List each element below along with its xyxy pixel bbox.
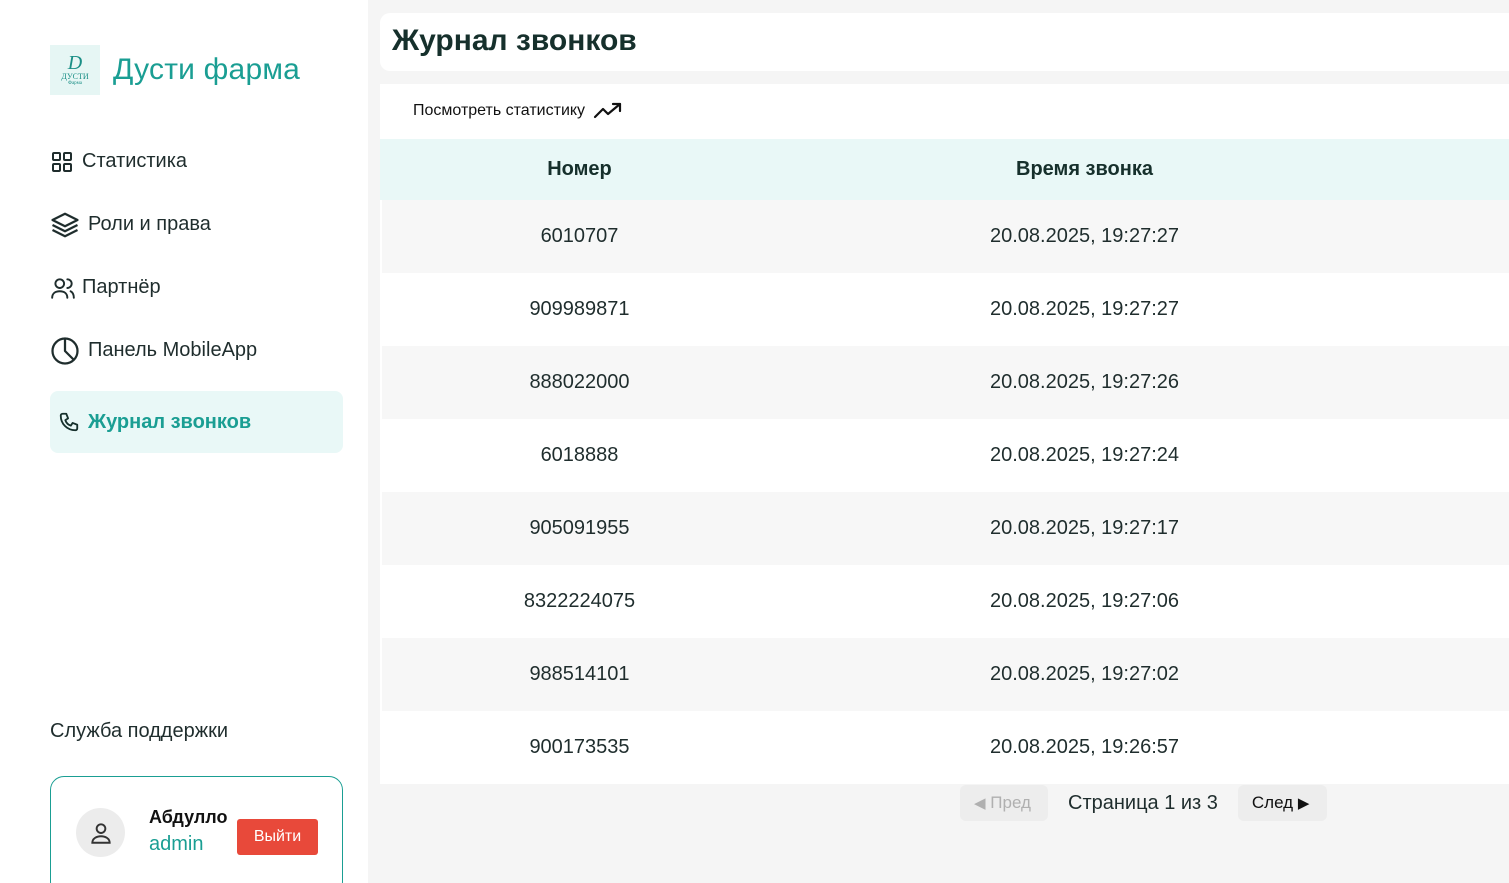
- main-content: Журнал звонков Посмотреть статистику Ном…: [368, 0, 1509, 883]
- cell-call-time: 20.08.2025, 19:27:06: [989, 590, 1180, 612]
- table-row[interactable]: 888022000 20.08.2025, 19:27:26: [382, 346, 1509, 419]
- call-log-card: Посмотреть статистику Номер Время звонка…: [380, 84, 1509, 784]
- sidebar-item-label: Партнёр: [82, 276, 161, 298]
- users-icon: [50, 275, 80, 301]
- trending-up-icon: [593, 102, 622, 119]
- user-role: admin: [149, 833, 204, 855]
- sidebar-item-label: Панель MobileApp: [88, 339, 258, 361]
- logo-line2: Фарма: [68, 80, 82, 86]
- view-stats-link[interactable]: Посмотреть статистику: [413, 101, 623, 121]
- logo-mark: D ДУСТИ Фарма: [50, 45, 100, 95]
- cell-call-time: 20.08.2025, 19:27:02: [989, 663, 1180, 685]
- grid-icon: [50, 150, 80, 174]
- table-row[interactable]: 6018888 20.08.2025, 19:27:24: [382, 419, 1509, 492]
- phone-icon: [58, 411, 86, 433]
- table-row[interactable]: 988514101 20.08.2025, 19:27:02: [382, 638, 1509, 711]
- table-header: Номер Время звонка: [380, 139, 1509, 200]
- view-stats-label: Посмотреть статистику: [413, 102, 586, 119]
- prev-page-button[interactable]: ◀ Пред: [960, 785, 1048, 821]
- sidebar-item-mobileapp[interactable]: Панель MobileApp: [50, 319, 343, 382]
- sidebar-item-label: Статистика: [82, 150, 188, 172]
- support-link[interactable]: Служба поддержки: [50, 720, 228, 743]
- next-page-button[interactable]: След ▶: [1237, 785, 1327, 821]
- user-icon: [90, 822, 111, 844]
- cell-number: 900173535: [529, 736, 630, 758]
- user-card: Абдулло admin Выйти: [50, 776, 343, 883]
- cell-number: 8322224075: [523, 590, 636, 612]
- logo-letter: D: [67, 51, 83, 74]
- cell-number: 909989871: [529, 298, 630, 320]
- cell-number: 988514101: [529, 663, 630, 685]
- page-info: Страница 1 из 3: [1068, 791, 1218, 814]
- brand-logo[interactable]: D ДУСТИ Фарма Дусти фарма: [50, 45, 300, 95]
- table-row[interactable]: 8322224075 20.08.2025, 19:27:06: [382, 565, 1509, 638]
- next-page-label: След: [1251, 793, 1294, 812]
- table-row[interactable]: 900173535 20.08.2025, 19:26:57: [382, 711, 1509, 784]
- table-row[interactable]: 909989871 20.08.2025, 19:27:27: [382, 273, 1509, 346]
- cell-call-time: 20.08.2025, 19:27:27: [989, 225, 1180, 247]
- cell-call-time: 20.08.2025, 19:27:27: [989, 298, 1180, 320]
- cell-number: 905091955: [529, 517, 630, 539]
- logo-line1: ДУСТИ: [61, 71, 89, 81]
- pie-chart-icon: [50, 336, 86, 366]
- cell-call-time: 20.08.2025, 19:27:24: [989, 444, 1180, 466]
- title-bar: Журнал звонков: [380, 13, 1509, 71]
- cell-number: 6010707: [540, 225, 619, 247]
- triangle-left-icon: ◀: [974, 795, 986, 812]
- cell-call-time: 20.08.2025, 19:27:26: [989, 371, 1180, 393]
- sidebar: D ДУСТИ Фарма Дусти фарма Статистика Рол…: [0, 0, 368, 883]
- sidebar-item-partner[interactable]: Партнёр: [50, 256, 343, 319]
- column-header-call-time[interactable]: Время звонка: [777, 139, 1392, 200]
- prev-page-label: Пред: [990, 793, 1031, 812]
- sidebar-item-label: Журнал звонков: [88, 410, 252, 433]
- pagination: ◀ Пред Страница 1 из 3 След ▶: [960, 785, 1327, 821]
- user-name: Абдулло: [149, 807, 228, 827]
- layers-icon: [50, 210, 86, 240]
- triangle-right-icon: ▶: [1297, 795, 1310, 812]
- sidebar-nav: Статистика Роли и права Партнёр Панель M…: [50, 130, 343, 453]
- cell-number: 6018888: [540, 444, 619, 466]
- brand-name: Дусти фарма: [113, 53, 301, 86]
- cell-call-time: 20.08.2025, 19:26:57: [989, 736, 1180, 758]
- table-row[interactable]: 6010707 20.08.2025, 19:27:27: [382, 200, 1509, 273]
- sidebar-item-label: Роли и права: [88, 213, 211, 235]
- sidebar-item-roles[interactable]: Роли и права: [50, 193, 343, 256]
- avatar: [76, 808, 125, 857]
- sidebar-item-statistics[interactable]: Статистика: [50, 130, 343, 193]
- cell-call-time: 20.08.2025, 19:27:17: [989, 517, 1180, 539]
- logout-button[interactable]: Выйти: [237, 819, 318, 855]
- table-row[interactable]: 905091955 20.08.2025, 19:27:17: [382, 492, 1509, 565]
- page-title: Журнал звонков: [392, 24, 637, 57]
- column-header-number[interactable]: Номер: [382, 139, 777, 200]
- cell-number: 888022000: [529, 371, 630, 393]
- sidebar-item-call-log[interactable]: Журнал звонков: [50, 391, 343, 453]
- table-body: 6010707 20.08.2025, 19:27:27 909989871 20.…: [382, 200, 1509, 784]
